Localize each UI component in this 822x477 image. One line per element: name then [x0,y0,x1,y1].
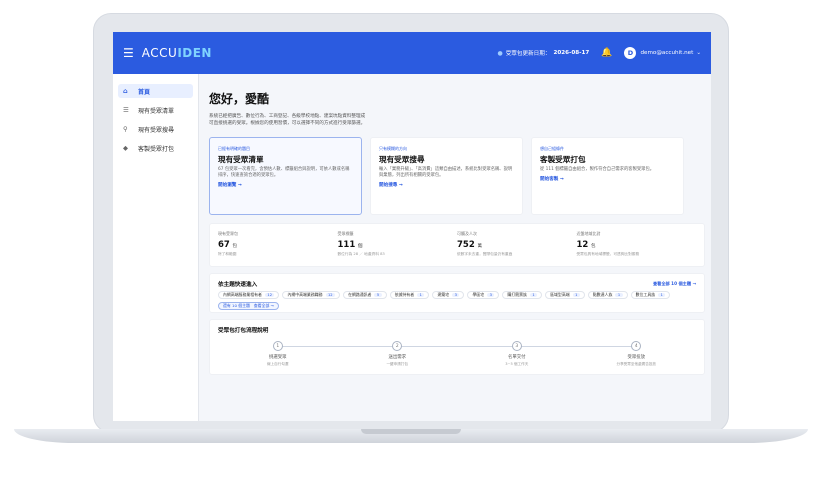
top-navbar: ☰ ACCUIDEN ● 受眾包更新日期： 2026-08-17 🔔 D dem… [113,32,711,74]
card-audience-list[interactable]: 已經有明確的題目 現有受眾清單 67 包受眾一次看完，含預估人數、標籤組合與說明… [209,137,362,215]
update-date: 2026-08-17 [553,50,590,56]
card-custom-package[interactable]: 想自己組條件 客製受眾打包 從 111 個標籤自由組合，製作符合自己需求的客製受… [531,137,684,215]
sidebar-item-custom-package[interactable]: ◆ 客製受眾打包 [118,141,193,155]
laptop-notch [361,429,461,434]
topic-chip[interactable]: 點數達人族 1 [587,291,628,299]
more-topics-chip[interactable]: 還有 10 個主題 查看全部 → [218,302,279,310]
card-desc: 輸入「業務升級」、「高消費」這類自由描述，系統比對受眾名稱、說明與業態，列出所有… [379,167,513,179]
topic-chip[interactable]: 購打競票族 1 [502,291,543,299]
stat-audience-packages: 現有受眾包 67 包 除了和範圍 [218,231,238,256]
topic-chip[interactable]: 建築宅 3 [432,291,465,299]
sidebar: ⌂ 首頁 ☰ 現有受眾清單 ⚲ 現有受眾搜尋 ◆ 客製受眾打包 [113,74,199,421]
card-title: 客製受眾打包 [540,155,586,164]
sidebar-item-audience-list[interactable]: ☰ 現有受眾清單 [118,103,193,117]
app-logo[interactable]: ACCUIDEN [142,46,212,60]
topic-chip[interactable]: 在網路通訊者 5 [343,291,387,299]
topic-chip[interactable]: 區域型高端 1 [545,291,585,299]
process-step: 2 送出需求 一鍵申請打包 [338,341,458,367]
sidebar-item-label: 首頁 [138,88,151,96]
topic-chip[interactable]: 依據持有者 1 [389,291,430,299]
topic-chip[interactable]: 數位工具族 1 [630,291,671,299]
home-icon: ⌂ [123,87,128,95]
sidebar-item-home[interactable]: ⌂ 首頁 [118,84,193,98]
process-panel: 受眾包打包流程說明 1 挑選受眾 線上自行勾選 2 送出需求 一鍵申請打包 3 … [209,319,705,375]
stats-panel: 現有受眾包 67 包 除了和範圍 受眾標籤 111 個 數位行為 28 ／ 地產… [209,223,705,267]
process-step: 4 受眾投放 分享受眾至他處廣告投放 [577,341,697,367]
tag-icon: ◆ [123,144,128,152]
stat-audience-tags: 受眾標籤 111 個 數位行為 28 ／ 地產資料 83 [337,231,385,256]
card-tag: 已經有明確的題目 [218,146,250,151]
list-icon: ☰ [123,106,129,114]
card-tag: 想自己組條件 [540,146,564,151]
stat-geo-match: 近盤地域比對 12 包 受眾包具有地域標籤，可透夠比對服務 [576,231,640,256]
main-content: 您好，愛酷 系統已經把廣告、數位行為、工商登記、各級學校地點、建案坑點資料整理成… [209,80,705,375]
app-screen: ☰ ACCUIDEN ● 受眾包更新日期： 2026-08-17 🔔 D dem… [113,32,711,421]
intro-text: 系統已經把廣告、數位行為、工商登記、各級學校地點、建案坑點資料整理成 可直接挑選… [209,114,366,126]
sidebar-item-audience-search[interactable]: ⚲ 現有受眾搜尋 [118,122,193,136]
section-title: 受眾包打包流程說明 [218,328,269,334]
page-title: 您好，愛酷 [209,92,270,106]
start-custom-link[interactable]: 開始客製 → [540,176,675,182]
sidebar-item-label: 客製受眾打包 [138,145,175,153]
update-label: 受眾包更新日期： [505,51,551,57]
topic-chip[interactable]: 學區宅 3 [467,291,500,299]
search-icon: ⚲ [123,125,128,133]
chevron-down-icon[interactable]: ⌄ [696,50,701,56]
sidebar-item-label: 現有受眾搜尋 [138,126,175,134]
process-step: 1 挑選受眾 線上自行勾選 [218,341,338,367]
card-desc: 67 包受眾一次看完，含預估人數、標籤組合與說明，可依人數或名稱排序，快速查詢合… [218,167,350,179]
card-audience-search[interactable]: 只有模糊的方向 現有受眾搜尋 輸入「業務升級」、「高消費」這類自由描述，系統比對… [370,137,523,215]
start-browse-link[interactable]: 開始瀏覽 → [218,182,353,188]
view-all-topics-link[interactable]: 查看全部 10 個主題 → [653,281,696,287]
topic-chip[interactable]: 內網中高端業務職務 12 [282,291,341,299]
card-desc: 從 111 個標籤自由組合，製作符合自己需求的客製受眾包。 [540,167,655,172]
navbar-right: ● 受眾包更新日期： 2026-08-17 🔔 D demo@accuhit.n… [497,47,701,59]
menu-icon[interactable]: ☰ [123,46,134,60]
sidebar-item-label: 現有受眾清單 [138,107,175,115]
update-status-icon: ● [497,49,503,57]
section-title: 依主題快速進入 [218,282,258,288]
entry-cards: 已經有明確的題目 現有受眾清單 67 包受眾一次看完，含預估人數、標籤組合與說明… [209,137,705,215]
start-search-link[interactable]: 開始搜尋 → [379,182,514,188]
quick-topics-panel: 依主題快速進入 查看全部 10 個主題 → 內網高端服務業相有者 12 內網中高端… [209,273,705,313]
topic-chips: 內網高端服務業相有者 12 內網中高端業務職務 12 在網路通訊者 5 依據持有者 1 … [218,291,696,310]
avatar[interactable]: D [624,47,637,59]
process-steps: 1 挑選受眾 線上自行勾選 2 送出需求 一鍵申請打包 3 名單交付 3~5 個… [218,341,696,367]
process-step: 3 名單交付 3~5 個工作天 [457,341,577,367]
card-title: 現有受眾清單 [218,155,264,164]
topic-chip[interactable]: 內網高端服務業相有者 12 [218,291,280,299]
card-tag: 只有模糊的方向 [379,146,407,151]
user-email[interactable]: demo@accuhit.net [640,50,693,56]
bell-icon[interactable]: 🔔 [601,48,612,58]
card-title: 現有受眾搜尋 [379,155,425,164]
stat-reach: 可觸及人次 752 萬 依數字未去重，實際包量仍有重疊 [457,231,513,256]
